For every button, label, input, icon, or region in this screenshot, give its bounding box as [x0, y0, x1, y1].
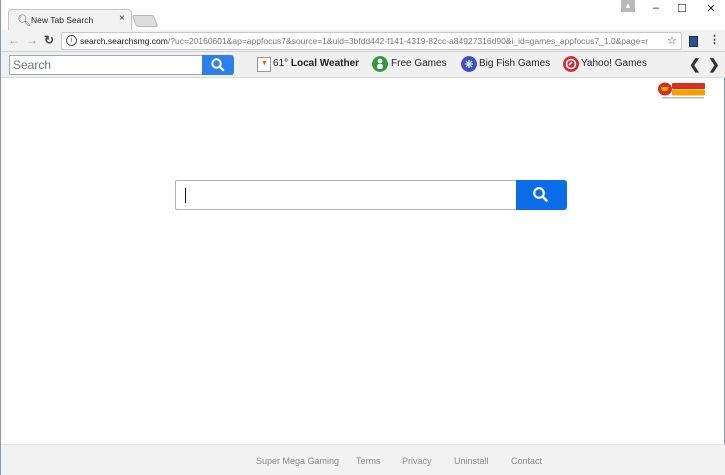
- address-bar-row: ← → ↻ i search.searchsmg.com/?uc=2016060…: [1, 30, 725, 52]
- reload-icon[interactable]: ↻: [44, 33, 54, 47]
- menu-dots-icon[interactable]: ⋮: [709, 33, 720, 46]
- super-mega-gaming-logo[interactable]: [657, 81, 707, 100]
- main-search-field[interactable]: [175, 180, 517, 210]
- toolbar-search-field[interactable]: [9, 55, 203, 75]
- maximize-button[interactable]: ☐: [669, 2, 695, 15]
- info-icon[interactable]: i: [66, 35, 77, 46]
- free-games-link[interactable]: Free Games: [391, 58, 447, 69]
- search-icon: [211, 58, 225, 72]
- scroll-left-icon[interactable]: ❮: [689, 56, 701, 73]
- forward-arrow-icon[interactable]: →: [26, 33, 38, 47]
- tab-close-icon[interactable]: ×: [119, 13, 125, 24]
- tab-new-tab-search[interactable]: 🔍︎ New Tab Search ×: [8, 9, 132, 31]
- bookmark-star-icon[interactable]: ☆: [667, 34, 677, 47]
- search-icon: [533, 187, 548, 202]
- weather-link[interactable]: 61° Local Weather: [273, 58, 359, 69]
- back-arrow-icon[interactable]: ←: [8, 33, 20, 47]
- toolbar-search-button[interactable]: [202, 55, 234, 75]
- big-fish-icon[interactable]: [461, 56, 477, 72]
- extension-icon[interactable]: [689, 36, 698, 47]
- browser-window: 🔍︎ New Tab Search × ▲ – ☐ ✕ ← → ↻ i sear…: [0, 0, 725, 475]
- weather-label: Local Weather: [290, 58, 360, 69]
- yahoo-games-link[interactable]: Yahoo! Games: [581, 58, 647, 69]
- free-games-icon[interactable]: [372, 56, 388, 72]
- text-caret: [185, 188, 186, 203]
- big-fish-link[interactable]: Big Fish Games: [479, 58, 550, 69]
- tab-strip: 🔍︎ New Tab Search × ▲ – ☐ ✕: [1, 0, 725, 31]
- footer-link-uninstall[interactable]: Uninstall: [454, 456, 489, 466]
- close-window-button[interactable]: ✕: [698, 2, 724, 15]
- scroll-right-icon[interactable]: ❯: [708, 56, 720, 73]
- extension-toolbar: ▼ 61° Local Weather Free Games Big Fish …: [1, 52, 725, 78]
- search-icon: 🔍︎: [17, 15, 31, 27]
- tab-title: New Tab Search: [31, 15, 94, 25]
- footer-link-contact[interactable]: Contact: [511, 456, 542, 466]
- weather-temp: 61°: [273, 58, 289, 69]
- footer: Super Mega Gaming Terms Privacy Uninstal…: [1, 444, 725, 475]
- weather-icon[interactable]: ▼: [257, 57, 271, 72]
- yahoo-games-icon[interactable]: [563, 56, 579, 72]
- url-host: search.searchsmg.com: [80, 36, 168, 46]
- profile-icon[interactable]: ▲: [621, 0, 635, 12]
- new-tab-button[interactable]: [131, 15, 159, 27]
- toolbar-search-input[interactable]: [10, 56, 202, 74]
- footer-link-super-mega-gaming[interactable]: Super Mega Gaming: [256, 456, 339, 466]
- main-search-button[interactable]: [516, 180, 567, 210]
- footer-link-terms[interactable]: Terms: [356, 456, 381, 466]
- footer-link-privacy[interactable]: Privacy: [402, 456, 432, 466]
- url-path: /?uc=20160601&ap=appfocus7&source=1&uid=…: [167, 36, 649, 46]
- url-text[interactable]: search.searchsmg.com/?uc=20160601&ap=app…: [80, 36, 663, 46]
- main-search-input[interactable]: [176, 181, 517, 209]
- minimize-button[interactable]: –: [643, 2, 669, 14]
- address-bar[interactable]: i search.searchsmg.com/?uc=20160601&ap=a…: [61, 32, 682, 50]
